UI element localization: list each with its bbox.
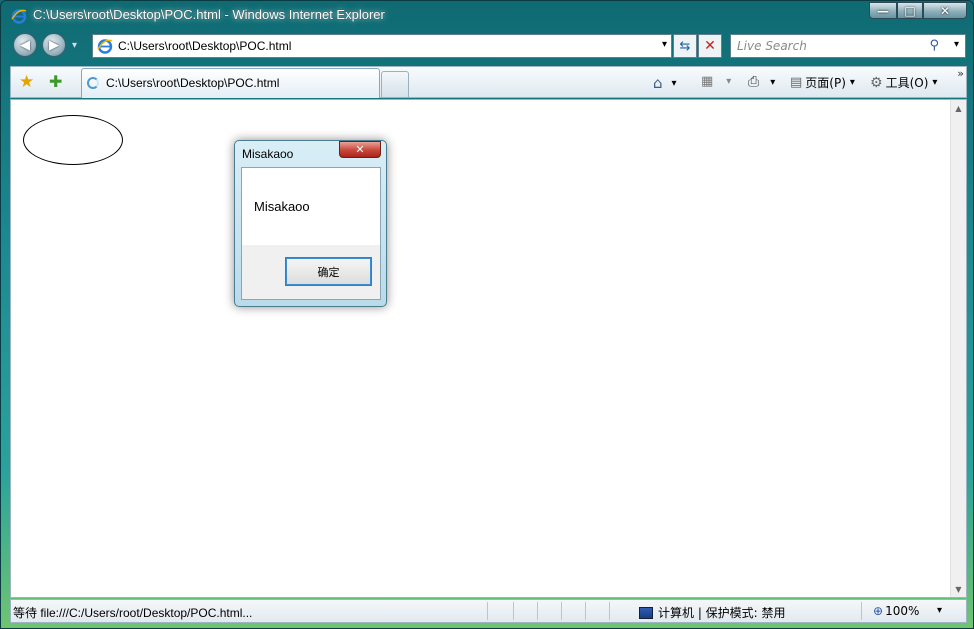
status-divider xyxy=(513,602,514,620)
scroll-down-icon[interactable]: ▼ xyxy=(951,581,966,597)
status-bar: 等待 file:///C:/Users/root/Desktop/POC.htm… xyxy=(10,599,967,623)
tools-dropdown-icon: ▾ xyxy=(932,77,938,88)
address-input[interactable]: C:\Users\root\Desktop\POC.html xyxy=(118,39,291,53)
vertical-scrollbar[interactable]: ▲ ▼ xyxy=(950,100,966,597)
print-button[interactable]: ⎙ ▾ xyxy=(748,74,775,90)
page-dropdown-icon: ▾ xyxy=(849,77,855,88)
ok-button[interactable]: 确定 xyxy=(285,257,372,286)
navigation-bar: ◀ ▶ ▾ C:\Users\root\Desktop\POC.html ▾ ⇆… xyxy=(1,29,974,63)
ie-logo-icon xyxy=(11,9,27,24)
zoom-level: 100% xyxy=(885,604,920,618)
history-dropdown-icon[interactable]: ▾ xyxy=(72,40,77,51)
close-icon: ✕ xyxy=(355,143,365,156)
status-text: 等待 file:///C:/Users/root/Desktop/POC.htm… xyxy=(13,606,253,620)
dialog-message: Misakaoo xyxy=(254,199,310,214)
dialog-message-area: Misakaoo xyxy=(242,168,380,245)
dialog-title: Misakaoo xyxy=(242,147,294,161)
dialog-close-button[interactable]: ✕ xyxy=(339,141,381,158)
zoom-icon: ⊕ xyxy=(873,604,884,618)
back-icon: ◀ xyxy=(20,37,30,53)
status-divider xyxy=(487,602,488,620)
back-button[interactable]: ◀ xyxy=(13,33,37,57)
tools-menu-label: 工具(O) xyxy=(885,76,929,90)
page-ellipse-shape xyxy=(23,115,123,165)
address-dropdown-icon[interactable]: ▾ xyxy=(662,39,667,50)
status-divider xyxy=(585,602,586,620)
ie-window: C:\Users\root\Desktop\POC.html - Windows… xyxy=(0,0,974,629)
page-favicon-icon xyxy=(97,39,113,54)
security-zone[interactable]: 计算机 | 保护模式: 禁用 xyxy=(639,604,786,621)
status-divider xyxy=(609,602,610,620)
refresh-icon: ⇆ xyxy=(679,38,691,54)
tab-poc[interactable]: C:\Users\root\Desktop\POC.html xyxy=(81,68,380,98)
forward-button[interactable]: ▶ xyxy=(42,33,66,57)
stop-icon: ✕ xyxy=(704,38,716,54)
tab-label: C:\Users\root\Desktop\POC.html xyxy=(106,76,280,90)
feeds-icon: ▦ xyxy=(701,74,714,89)
scroll-up-icon[interactable]: ▲ xyxy=(951,100,966,116)
home-button[interactable]: ⌂ ▾ xyxy=(653,74,677,92)
print-icon: ⎙ xyxy=(748,74,760,90)
feeds-button[interactable]: ▦ ▾ xyxy=(701,74,731,89)
maximize-button[interactable]: □ xyxy=(897,2,923,19)
zone-label: 计算机 | 保护模式: 禁用 xyxy=(658,606,786,620)
refresh-button[interactable]: ⇆ xyxy=(673,34,697,58)
address-bar[interactable]: C:\Users\root\Desktop\POC.html ▾ xyxy=(92,34,672,58)
search-box[interactable]: Live Search ⚲ ▾ xyxy=(730,34,966,58)
page-icon: ▤ xyxy=(790,75,803,90)
computer-zone-icon xyxy=(639,606,653,619)
title-bar[interactable]: C:\Users\root\Desktop\POC.html - Windows… xyxy=(1,1,974,29)
home-dropdown-icon[interactable]: ▾ xyxy=(672,78,677,89)
favorites-center-icon[interactable]: ★ xyxy=(19,72,34,92)
new-tab-button[interactable] xyxy=(381,71,409,97)
tab-command-bar: ★ ✚ C:\Users\root\Desktop\POC.html ⌂ ▾ ▦… xyxy=(10,66,967,98)
tools-menu[interactable]: ⚙ 工具(O) ▾ xyxy=(870,74,937,91)
more-commands-chevron-icon[interactable]: » xyxy=(957,67,964,80)
zoom-control[interactable]: ⊕ 100% xyxy=(873,604,919,618)
forward-icon: ▶ xyxy=(49,37,59,53)
home-icon: ⌂ xyxy=(653,74,663,92)
close-icon: ✕ xyxy=(939,3,951,18)
window-controls: — □ ✕ xyxy=(869,2,967,19)
status-divider xyxy=(537,602,538,620)
status-divider xyxy=(861,602,862,620)
alert-dialog: Misakaoo ✕ Misakaoo 确定 xyxy=(234,140,387,307)
print-dropdown-icon[interactable]: ▾ xyxy=(770,77,775,88)
search-dropdown-icon[interactable]: ▾ xyxy=(954,39,959,50)
maximize-icon: □ xyxy=(904,3,916,18)
add-favorite-icon[interactable]: ✚ xyxy=(49,72,62,91)
status-divider xyxy=(561,602,562,620)
feeds-dropdown-icon[interactable]: ▾ xyxy=(726,76,731,87)
search-icon[interactable]: ⚲ xyxy=(929,38,939,53)
zoom-dropdown-icon[interactable]: ▾ xyxy=(937,605,942,616)
minimize-button[interactable]: — xyxy=(869,2,897,19)
minimize-icon: — xyxy=(877,3,889,18)
window-title: C:\Users\root\Desktop\POC.html - Windows… xyxy=(33,7,385,22)
page-menu-label: 页面(P) xyxy=(805,76,846,90)
page-viewport[interactable]: ▲ ▼ xyxy=(10,99,967,598)
dialog-body: Misakaoo 确定 xyxy=(241,167,381,300)
page-menu[interactable]: ▤ 页面(P) ▾ xyxy=(790,74,855,91)
loading-icon xyxy=(87,77,99,89)
gear-icon: ⚙ xyxy=(870,74,883,91)
stop-button[interactable]: ✕ xyxy=(698,34,722,58)
close-button[interactable]: ✕ xyxy=(923,2,967,19)
search-input[interactable]: Live Search xyxy=(737,39,807,53)
